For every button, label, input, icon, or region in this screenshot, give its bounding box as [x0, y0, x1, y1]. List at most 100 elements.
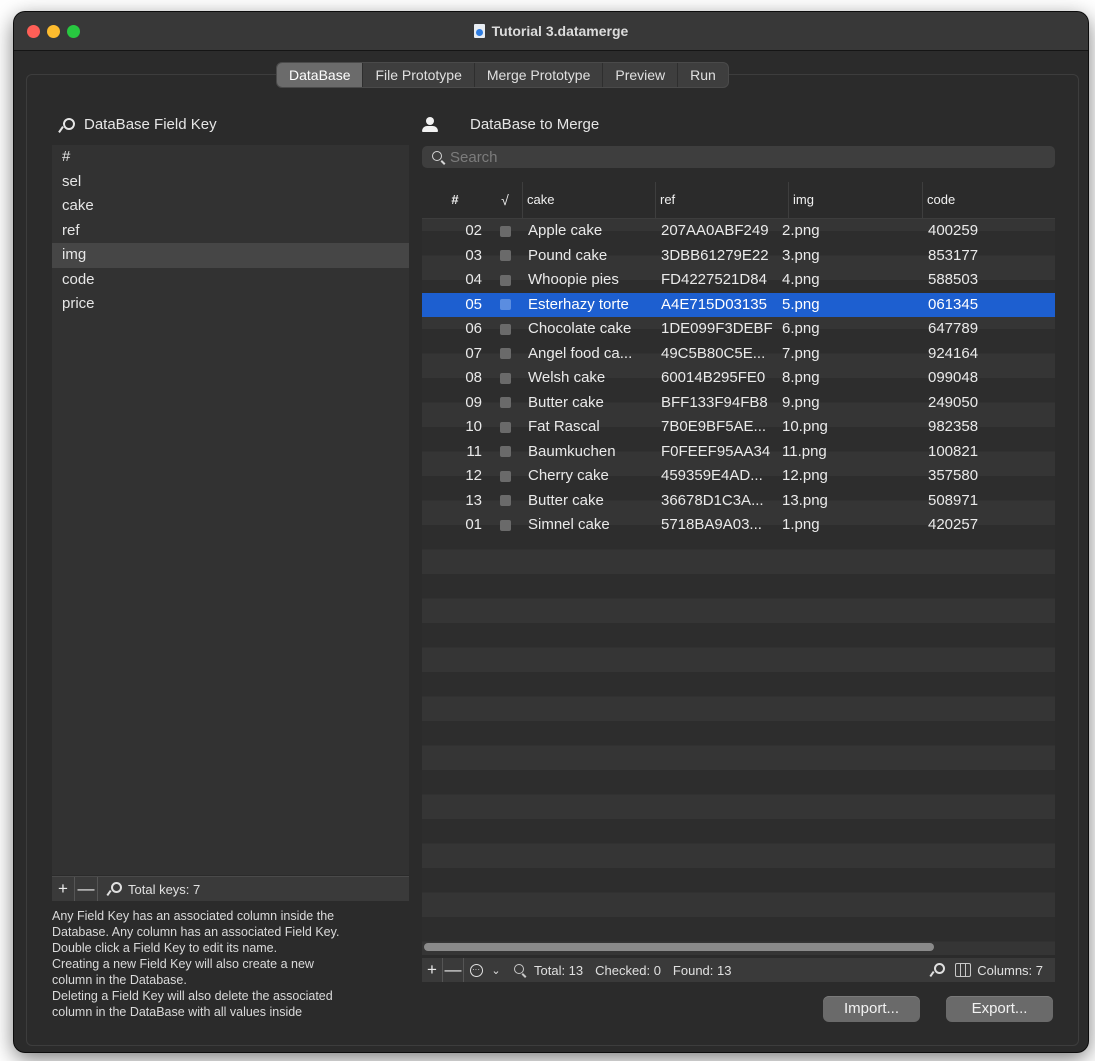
table-row[interactable]: 02 Apple cake 207AA0ABF249 2.png 400259: [422, 219, 1055, 244]
row-number-cell: 06: [465, 320, 482, 337]
search-field[interactable]: Search: [422, 146, 1055, 168]
cake-cell: Welsh cake: [528, 369, 606, 386]
img-cell: 4.png: [782, 271, 820, 288]
column-header-img[interactable]: img: [788, 182, 922, 218]
row-checkbox[interactable]: [499, 250, 511, 262]
table-row[interactable]: 01 Simnel cake 5718BA9A03... 1.png 420257: [422, 513, 1055, 538]
search-icon: [514, 964, 526, 976]
ref-cell: 49C5B80C5E...: [661, 344, 766, 362]
row-checkbox[interactable]: [499, 299, 511, 311]
row-checkbox[interactable]: [499, 421, 511, 433]
img-cell: 10.png: [782, 418, 828, 435]
table-header: # √ cake ref img code: [422, 182, 1055, 219]
code-cell: 249050: [928, 393, 979, 411]
tab-preview[interactable]: Preview: [603, 63, 679, 87]
table-row[interactable]: 06 Chocolate cake 1DE099F3DEBF 6.png 647789: [422, 317, 1055, 342]
field-key-item-selected[interactable]: img: [52, 243, 409, 268]
column-header-cake[interactable]: cake: [522, 182, 655, 218]
table-row[interactable]: 10 Fat Rascal 7B0E9BF5AE... 10.png 982358: [422, 415, 1055, 440]
table-row[interactable]: 08 Welsh cake 60014B295FE0 8.png 099048: [422, 366, 1055, 391]
key-icon: [58, 117, 75, 133]
table-row[interactable]: 09 Butter cake BFF133F94FB8 9.png 249050: [422, 391, 1055, 416]
code-cell: 400259: [928, 222, 979, 239]
tab-merge-prototype[interactable]: Merge Prototype: [475, 63, 604, 87]
export-button[interactable]: Export...: [946, 996, 1053, 1022]
remove-row-button[interactable]: —: [443, 958, 464, 982]
table-row[interactable]: 03 Pound cake 3DBB61279E22 3.png 853177: [422, 244, 1055, 269]
column-header-code[interactable]: code: [922, 182, 1055, 218]
add-field-key-button[interactable]: +: [52, 877, 75, 901]
row-checkbox[interactable]: [499, 519, 511, 531]
img-cell: 11.png: [782, 442, 827, 460]
row-checkbox[interactable]: [499, 446, 511, 458]
table-footer: + — ··· ⌄ Total: 13 Checked: 0 Found: 13…: [422, 958, 1055, 982]
field-key-header: DataBase Field Key: [58, 116, 217, 133]
window-title: Tutorial 3.datamerge: [14, 23, 1088, 39]
help-line: Creating a new Field Key will also creat…: [52, 957, 314, 971]
database-title: DataBase to Merge: [470, 116, 600, 133]
row-checkbox-cell: [488, 391, 522, 416]
table-row[interactable]: 07 Angel food ca... 49C5B80C5E... 7.png 9241…: [422, 342, 1055, 367]
cake-cell: Fat Rascal: [528, 418, 600, 435]
field-key-item[interactable]: #: [52, 145, 409, 170]
row-checkbox[interactable]: [499, 397, 511, 409]
more-actions-icon[interactable]: ···: [464, 958, 488, 982]
app-window: Tutorial 3.datamerge DataBase File Proto…: [14, 12, 1088, 1052]
cake-cell: Angel food ca...: [528, 344, 633, 362]
tab-file-prototype[interactable]: File Prototype: [363, 63, 475, 87]
field-key-item[interactable]: sel: [52, 170, 409, 195]
row-checkbox-cell: [488, 366, 522, 391]
field-key-item[interactable]: code: [52, 268, 409, 293]
search-icon: [432, 151, 444, 163]
field-key-list[interactable]: # sel cake ref img code price: [52, 145, 409, 875]
ref-cell: 1DE099F3DEBF: [661, 320, 773, 337]
row-checkbox[interactable]: [499, 470, 511, 482]
field-key-footer: + — Total keys: 7: [52, 876, 409, 901]
table-row-selected[interactable]: 05 Esterhazy torte A4E715D03135 5.png 061345: [422, 292, 1055, 317]
help-line: column in the Database.: [52, 973, 187, 987]
remove-field-key-button[interactable]: —: [75, 877, 98, 901]
column-header-num[interactable]: #: [422, 182, 488, 218]
help-line: Database. Any column has an associated F…: [52, 925, 340, 939]
column-header-check[interactable]: √: [488, 182, 522, 218]
row-checkbox[interactable]: [499, 274, 511, 286]
code-cell: 061345: [928, 295, 979, 313]
img-cell: 3.png: [782, 246, 820, 264]
tab-run[interactable]: Run: [678, 63, 728, 87]
chevron-down-icon[interactable]: ⌄: [488, 964, 504, 977]
row-checkbox[interactable]: [499, 495, 511, 507]
add-row-button[interactable]: +: [422, 958, 443, 982]
table-row[interactable]: 13 Butter cake 36678D1C3A... 13.png 508971: [422, 489, 1055, 514]
field-key-item[interactable]: cake: [52, 194, 409, 219]
field-key-item[interactable]: price: [52, 292, 409, 317]
row-checkbox[interactable]: [499, 372, 511, 384]
table-row[interactable]: 04 Whoopie pies FD4227521D84 4.png 588503: [422, 268, 1055, 293]
horizontal-scrollbar[interactable]: [424, 943, 934, 951]
column-header-ref[interactable]: ref: [655, 182, 788, 218]
img-cell: 12.png: [782, 467, 828, 484]
tab-bar: DataBase File Prototype Merge Prototype …: [276, 62, 729, 88]
help-line: Double click a Field Key to edit its nam…: [52, 941, 278, 955]
row-checkbox-cell: [488, 317, 522, 342]
row-number-cell: 02: [465, 222, 482, 239]
ref-cell: 7B0E9BF5AE...: [661, 418, 767, 435]
columns-icon: [955, 963, 972, 977]
row-number-cell: 09: [465, 393, 482, 411]
row-number-cell: 05: [465, 295, 482, 313]
field-key-item[interactable]: ref: [52, 219, 409, 244]
row-checkbox-cell: [488, 513, 522, 538]
search-placeholder[interactable]: Search: [450, 149, 498, 166]
img-cell: 8.png: [782, 369, 820, 386]
row-checkbox[interactable]: [499, 225, 511, 237]
database-table[interactable]: # √ cake ref img code 02 Apple cake 207AA0…: [422, 182, 1055, 955]
ref-cell: FD4227521D84: [661, 271, 767, 288]
tab-database[interactable]: DataBase: [277, 63, 364, 87]
ref-cell: A4E715D03135: [661, 295, 767, 313]
row-checkbox[interactable]: [499, 323, 511, 335]
row-checkbox[interactable]: [499, 348, 511, 360]
title-bar: Tutorial 3.datamerge: [14, 12, 1088, 51]
cake-cell: Pound cake: [528, 246, 608, 264]
import-button[interactable]: Import...: [823, 996, 920, 1022]
table-row[interactable]: 11 Baumkuchen F0FEEF95AA34 11.png 100821: [422, 440, 1055, 465]
table-row[interactable]: 12 Cherry cake 459359E4AD... 12.png 357580: [422, 464, 1055, 489]
